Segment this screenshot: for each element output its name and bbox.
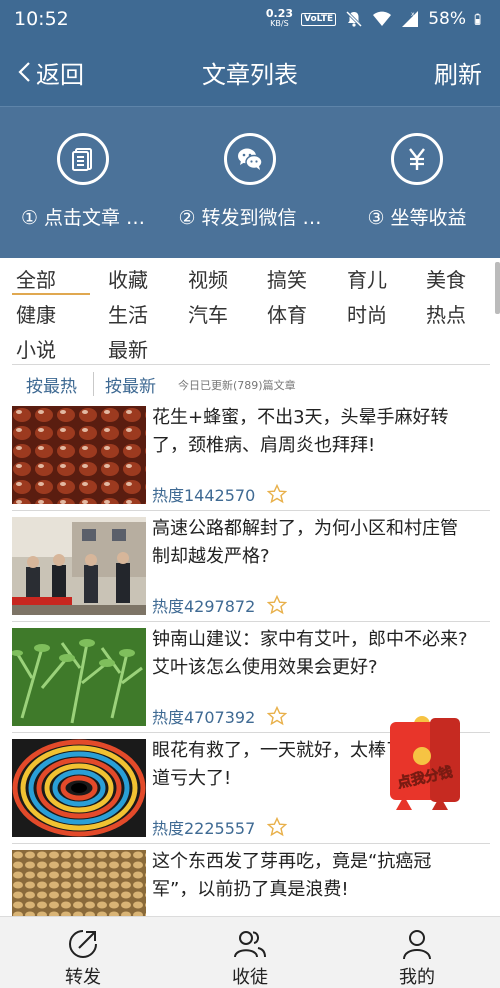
article-icon — [57, 133, 109, 185]
heat-value: 热度2225557 — [152, 819, 256, 838]
article-item[interactable]: 花生+蜂蜜，不出3天，头晕手麻好转了，颈椎病、肩周炎也拜拜! 热度1442570 — [0, 400, 500, 511]
sort-by-latest-button[interactable]: 按最新 — [105, 372, 156, 397]
category-tab-latest[interactable]: 最新 — [108, 334, 148, 363]
bottom-nav: 转发 收徒 我的 — [0, 916, 500, 988]
svg-text:x: x — [411, 11, 415, 18]
yen-icon — [391, 133, 443, 185]
article-heat: 热度4707392 — [152, 704, 288, 728]
today-update-note: 今日已更新(789)篇文章 — [178, 379, 296, 392]
article-thumbnail — [12, 517, 146, 615]
category-tab-novel[interactable]: 小说 — [16, 334, 56, 363]
article-title: 高速公路都解封了，为何小区和村庄管制却越发严格? — [152, 518, 458, 567]
article-item[interactable]: 这个东西发了芽再吃，竟是“抗癌冠军”，以前扔了真是浪费! — [0, 844, 500, 916]
article-thumbnail — [12, 628, 146, 726]
article-item[interactable]: 高速公路都解封了，为何小区和村庄管制却越发严格? 热度4297872 — [0, 511, 500, 622]
article-heat: 热度2225557 — [152, 815, 288, 839]
category-tab-food[interactable]: 美食 — [426, 264, 466, 293]
article-heat: 热度1442570 — [152, 482, 288, 506]
category-tab-all[interactable]: 全部 — [16, 264, 56, 293]
profile-icon — [403, 930, 431, 960]
sort-separator — [93, 372, 94, 396]
speed-unit: KB/S — [270, 19, 289, 28]
nav-recruit[interactable]: 收徒 — [167, 917, 333, 988]
step-label: ③ 坐等收益 — [367, 207, 467, 229]
scrollbar[interactable] — [495, 262, 500, 314]
status-bar: 10:52 0.23 KB/S VoLTE x 58% — [0, 0, 500, 38]
heat-value: 热度4707392 — [152, 708, 256, 727]
step-click-article[interactable]: ① 点击文章 … — [0, 107, 166, 259]
category-tab-cars[interactable]: 汽车 — [188, 299, 228, 328]
category-tab-video[interactable]: 视频 — [188, 264, 228, 293]
article-thumbnail — [12, 850, 146, 916]
category-tab-favorites[interactable]: 收藏 — [108, 264, 148, 293]
mute-icon — [346, 10, 363, 28]
step-earn[interactable]: ③ 坐等收益 — [334, 107, 500, 259]
divider — [12, 364, 490, 365]
nav-share[interactable]: 转发 — [0, 917, 166, 988]
article-list: 花生+蜂蜜，不出3天，头晕手麻好转了，颈椎病、肩周炎也拜拜! 热度1442570 — [0, 400, 500, 916]
star-icon[interactable] — [267, 595, 288, 615]
step-label: ② 转发到微信 … — [178, 207, 322, 229]
steps-banner: ① 点击文章 … ② 转发到微信 … ③ 坐等收益 — [0, 106, 500, 258]
category-tab-hot[interactable]: 热点 — [426, 299, 466, 328]
app-screen: 10:52 0.23 KB/S VoLTE x 58% 返回 文章列表 刷新 ①… — [0, 0, 500, 988]
article-heat: 热度4297872 — [152, 593, 288, 617]
star-icon[interactable] — [267, 484, 288, 504]
refresh-button[interactable]: 刷新 — [434, 38, 482, 106]
category-tab-life[interactable]: 生活 — [108, 299, 148, 328]
category-tabs: 全部 收藏 视频 搞笑 育儿 美食 健康 生活 汽车 体育 时尚 热点 小说 最… — [0, 258, 494, 364]
category-tab-sports[interactable]: 体育 — [267, 299, 307, 328]
category-tab-funny[interactable]: 搞笑 — [267, 264, 307, 293]
article-thumbnail — [12, 739, 146, 837]
article-title: 花生+蜂蜜，不出3天，头晕手麻好转了，颈椎病、肩周炎也拜拜! — [152, 407, 449, 456]
recruit-icon — [234, 931, 266, 958]
category-tab-parenting[interactable]: 育儿 — [347, 264, 387, 293]
battery-icon — [474, 13, 481, 25]
volte-badge: VoLTE — [301, 12, 337, 26]
wechat-icon — [224, 133, 276, 185]
nav-label: 转发 — [65, 967, 101, 988]
nav-label: 我的 — [399, 967, 435, 988]
nav-profile[interactable]: 我的 — [334, 917, 500, 988]
step-share-wechat[interactable]: ② 转发到微信 … — [167, 107, 333, 259]
category-tab-health[interactable]: 健康 — [16, 299, 56, 328]
category-tab-fashion[interactable]: 时尚 — [347, 299, 387, 328]
signal-icon: x — [402, 11, 419, 27]
network-speed: 0.23 KB/S — [265, 7, 293, 29]
active-category-indicator — [12, 293, 90, 295]
sort-by-hot-button[interactable]: 按最热 — [26, 372, 77, 397]
page-title: 文章列表 — [202, 60, 298, 89]
article-thumbnail — [12, 406, 146, 504]
app-header: 返回 文章列表 刷新 — [0, 38, 500, 106]
heat-value: 热度4297872 — [152, 597, 256, 616]
status-icons: 0.23 KB/S VoLTE x 58% — [265, 7, 486, 29]
star-icon[interactable] — [267, 817, 288, 837]
speed-value: 0.23 — [265, 7, 293, 20]
status-time: 10:52 — [14, 8, 69, 30]
article-title: 钟南山建议：家中有艾叶，郎中不必来? 艾叶该怎么使用效果会更好? — [152, 629, 468, 678]
heat-value: 热度1442570 — [152, 486, 256, 505]
sort-bar: 按最热 按最新 今日已更新(789)篇文章 — [0, 366, 500, 400]
red-packet-promo-button[interactable]: 点我分钱 — [382, 712, 468, 812]
wifi-icon — [373, 11, 392, 26]
step-label: ① 点击文章 … — [20, 207, 146, 229]
article-title: 这个东西发了芽再吃，竟是“抗癌冠军”，以前扔了真是浪费! — [152, 851, 432, 900]
star-icon[interactable] — [267, 706, 288, 726]
battery-text: 58% — [428, 9, 466, 29]
share-icon — [69, 930, 97, 958]
nav-label: 收徒 — [232, 967, 268, 988]
